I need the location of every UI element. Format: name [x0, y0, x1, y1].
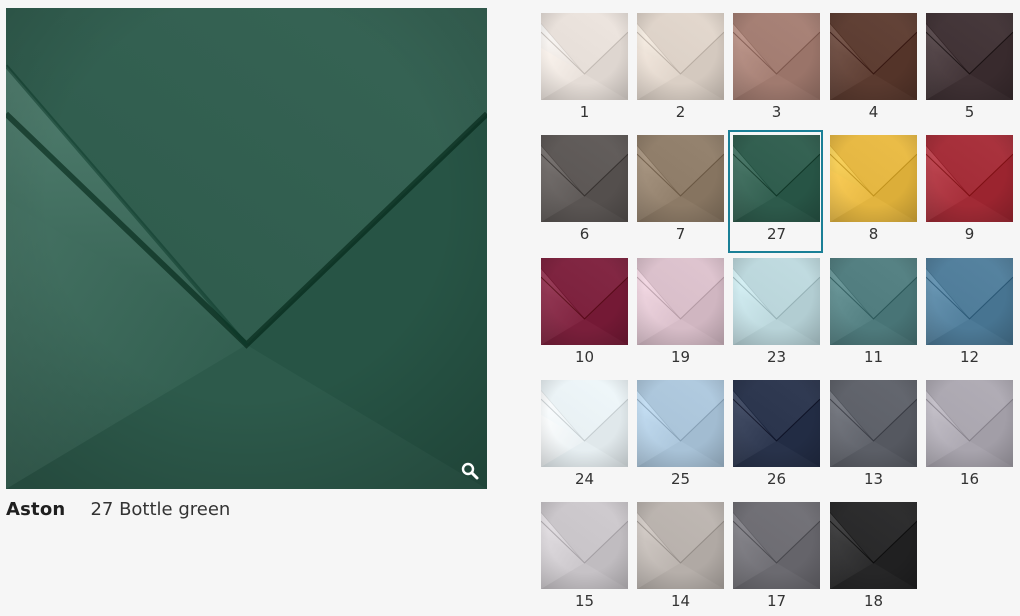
swatch-23[interactable]: 23	[733, 258, 820, 366]
swatch-number: 17	[766, 592, 787, 610]
swatch-number: 9	[964, 225, 975, 243]
swatch-number: 3	[771, 103, 782, 121]
swatch-thumbnail	[830, 135, 917, 222]
swatch-thumbnail	[541, 258, 628, 345]
swatch-12[interactable]: 12	[926, 258, 1013, 366]
swatch-25[interactable]: 25	[637, 380, 724, 488]
swatch-number: 10	[574, 348, 595, 366]
collection-name: Aston	[6, 498, 66, 520]
swatch-thumbnail	[541, 135, 628, 222]
swatch-thumbnail	[541, 380, 628, 467]
swatch-thumbnail	[733, 135, 820, 222]
swatch-number: 18	[863, 592, 884, 610]
magnifier-icon[interactable]	[461, 462, 479, 480]
swatch-thumbnail	[733, 258, 820, 345]
swatch-number: 19	[670, 348, 691, 366]
fabric-color-picker: Aston 27 Bottle green 1 2 3 4 5 6 7 27 8…	[0, 0, 1020, 616]
swatch-thumbnail	[830, 380, 917, 467]
swatch-number: 8	[868, 225, 879, 243]
swatch-number: 26	[766, 470, 787, 488]
swatch-19[interactable]: 19	[637, 258, 724, 366]
swatch-11[interactable]: 11	[830, 258, 917, 366]
swatch-thumbnail	[637, 502, 724, 589]
swatch-10[interactable]: 10	[541, 258, 628, 366]
swatch-5[interactable]: 5	[926, 13, 1013, 121]
swatch-thumbnail	[733, 380, 820, 467]
swatch-thumbnail	[733, 502, 820, 589]
swatch-thumbnail	[926, 258, 1013, 345]
swatch-thumbnail	[637, 380, 724, 467]
swatch-13[interactable]: 13	[830, 380, 917, 488]
swatch-2[interactable]: 2	[637, 13, 724, 121]
swatch-8[interactable]: 8	[830, 135, 917, 243]
swatch-thumbnail	[830, 502, 917, 589]
swatch-thumbnail	[926, 380, 1013, 467]
swatch-number: 7	[675, 225, 686, 243]
swatch-number: 27	[766, 225, 787, 243]
swatch-thumbnail	[733, 13, 820, 100]
swatch-number: 13	[863, 470, 884, 488]
swatch-number: 11	[863, 348, 884, 366]
swatch-thumbnail	[830, 258, 917, 345]
swatch-number: 2	[675, 103, 686, 121]
swatch-4[interactable]: 4	[830, 13, 917, 121]
swatch-thumbnail	[637, 135, 724, 222]
swatch-3[interactable]: 3	[733, 13, 820, 121]
swatch-number: 15	[574, 592, 595, 610]
swatch-thumbnail	[926, 135, 1013, 222]
swatch-24[interactable]: 24	[541, 380, 628, 488]
swatch-26[interactable]: 26	[733, 380, 820, 488]
swatch-number: 25	[670, 470, 691, 488]
swatch-thumbnail	[926, 13, 1013, 100]
swatch-number: 23	[766, 348, 787, 366]
swatch-thumbnail	[637, 13, 724, 100]
fabric-caption: Aston 27 Bottle green	[6, 497, 230, 521]
swatch-number: 1	[579, 103, 590, 121]
swatch-number: 12	[959, 348, 980, 366]
swatch-thumbnail	[830, 13, 917, 100]
swatch-6[interactable]: 6	[541, 135, 628, 243]
swatch-14[interactable]: 14	[637, 502, 724, 610]
swatch-number: 5	[964, 103, 975, 121]
swatch-number: 14	[670, 592, 691, 610]
selected-color-name: 27 Bottle green	[90, 498, 231, 520]
swatch-16[interactable]: 16	[926, 380, 1013, 488]
swatch-thumbnail	[541, 13, 628, 100]
swatch-1[interactable]: 1	[541, 13, 628, 121]
swatch-7[interactable]: 7	[637, 135, 724, 243]
swatch-number: 16	[959, 470, 980, 488]
swatch-number: 6	[579, 225, 590, 243]
swatch-thumbnail	[541, 502, 628, 589]
swatch-9[interactable]: 9	[926, 135, 1013, 243]
swatch-17[interactable]: 17	[733, 502, 820, 610]
swatch-number: 4	[868, 103, 879, 121]
swatch-thumbnail	[637, 258, 724, 345]
swatch-18[interactable]: 18	[830, 502, 917, 610]
swatch-27[interactable]: 27	[728, 130, 823, 253]
swatch-number: 24	[574, 470, 595, 488]
swatch-15[interactable]: 15	[541, 502, 628, 610]
fabric-preview-image[interactable]	[6, 8, 487, 489]
